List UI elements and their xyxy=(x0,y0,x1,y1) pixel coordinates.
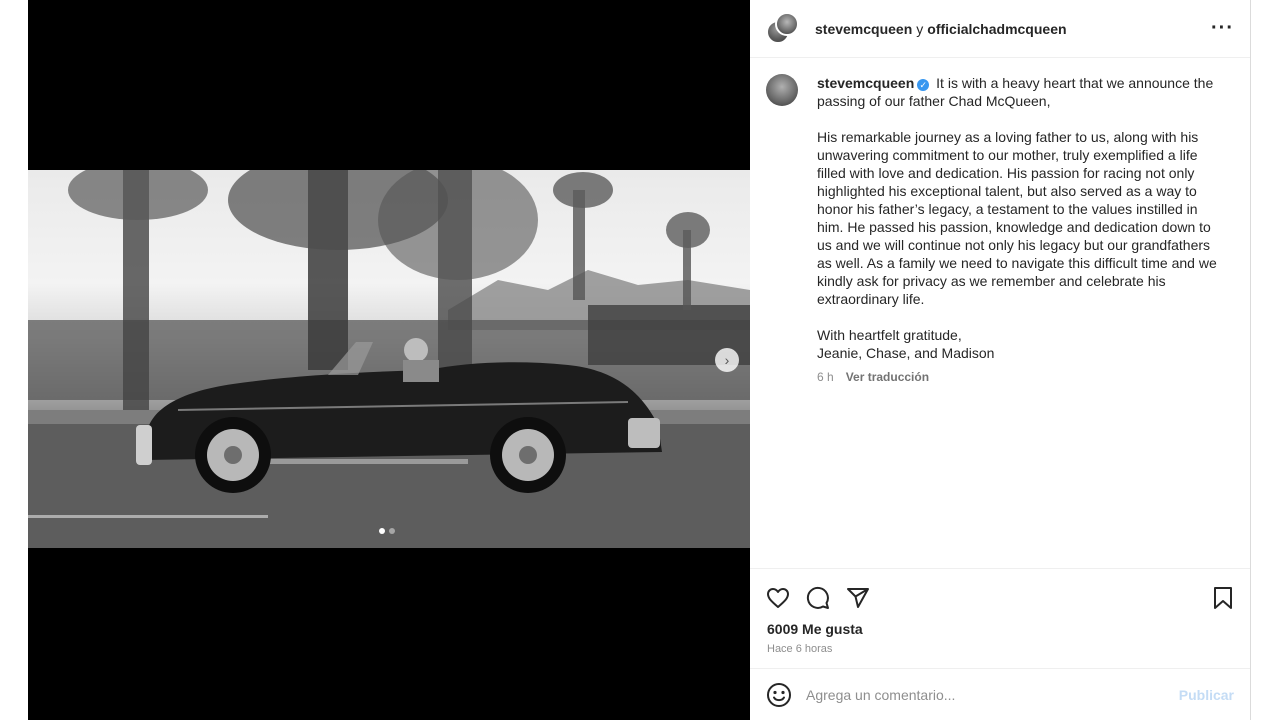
slide-dot-active xyxy=(379,528,385,534)
header-user-link[interactable]: stevemcqueen xyxy=(815,21,912,37)
slide-dot xyxy=(389,528,395,534)
post-header: stevemcqueen y officialchadmcqueen ··· xyxy=(750,0,1250,58)
comment-icon xyxy=(806,586,829,609)
share-icon xyxy=(847,587,869,608)
caption-signoff: With heartfelt gratitude, Jeanie, Chase,… xyxy=(817,326,1219,362)
publish-button[interactable]: Publicar xyxy=(1179,687,1234,703)
chevron-right-icon: › xyxy=(724,352,730,368)
caption: stevemcqueen ✓ It is with a heavy heart t… xyxy=(750,58,1250,386)
heart-icon xyxy=(767,587,789,608)
caption-paragraph: His remarkable journey as a loving fathe… xyxy=(817,129,1217,307)
verified-badge-icon: ✓ xyxy=(917,79,930,91)
caption-meta: 6 h Ver traducción xyxy=(817,368,1219,386)
slide-indicator xyxy=(379,528,395,534)
likes-count[interactable]: 6009 Me gusta xyxy=(767,621,863,637)
emoji-icon[interactable] xyxy=(766,682,792,708)
post-media: › xyxy=(28,0,750,720)
share-button[interactable] xyxy=(846,585,886,611)
like-button[interactable] xyxy=(766,585,806,611)
post-photo[interactable]: › xyxy=(28,170,750,548)
next-slide-button[interactable]: › xyxy=(715,348,739,372)
translate-link[interactable]: Ver traducción xyxy=(846,368,929,386)
header-usernames: stevemcqueen y officialchadmcqueen xyxy=(815,21,1067,37)
photo-scene xyxy=(28,170,750,548)
bookmark-icon xyxy=(1214,586,1232,609)
header-user-link[interactable]: officialchadmcqueen xyxy=(927,21,1066,37)
save-button[interactable] xyxy=(1208,585,1234,611)
caption-age[interactable]: 6 h xyxy=(817,368,834,386)
post-time[interactable]: Hace 6 horas xyxy=(767,643,832,655)
comment-input[interactable] xyxy=(806,686,1179,703)
comment-bar: Publicar xyxy=(750,668,1250,720)
more-icon[interactable]: ··· xyxy=(1211,17,1234,40)
avatar[interactable] xyxy=(766,74,798,106)
collab-avatars[interactable] xyxy=(766,11,800,46)
signoff-line: With heartfelt gratitude, xyxy=(817,327,962,343)
header-conjunction: y xyxy=(916,20,924,37)
post-panel: stevemcqueen y officialchadmcqueen ··· s… xyxy=(750,0,1251,720)
avatar xyxy=(775,11,799,36)
comment-button[interactable] xyxy=(806,585,846,611)
action-bar xyxy=(750,568,1250,616)
caption-body: stevemcqueen ✓ It is with a heavy heart t… xyxy=(817,74,1219,386)
signoff-line: Jeanie, Chase, and Madison xyxy=(817,345,995,361)
caption-username[interactable]: stevemcqueen xyxy=(817,75,914,91)
